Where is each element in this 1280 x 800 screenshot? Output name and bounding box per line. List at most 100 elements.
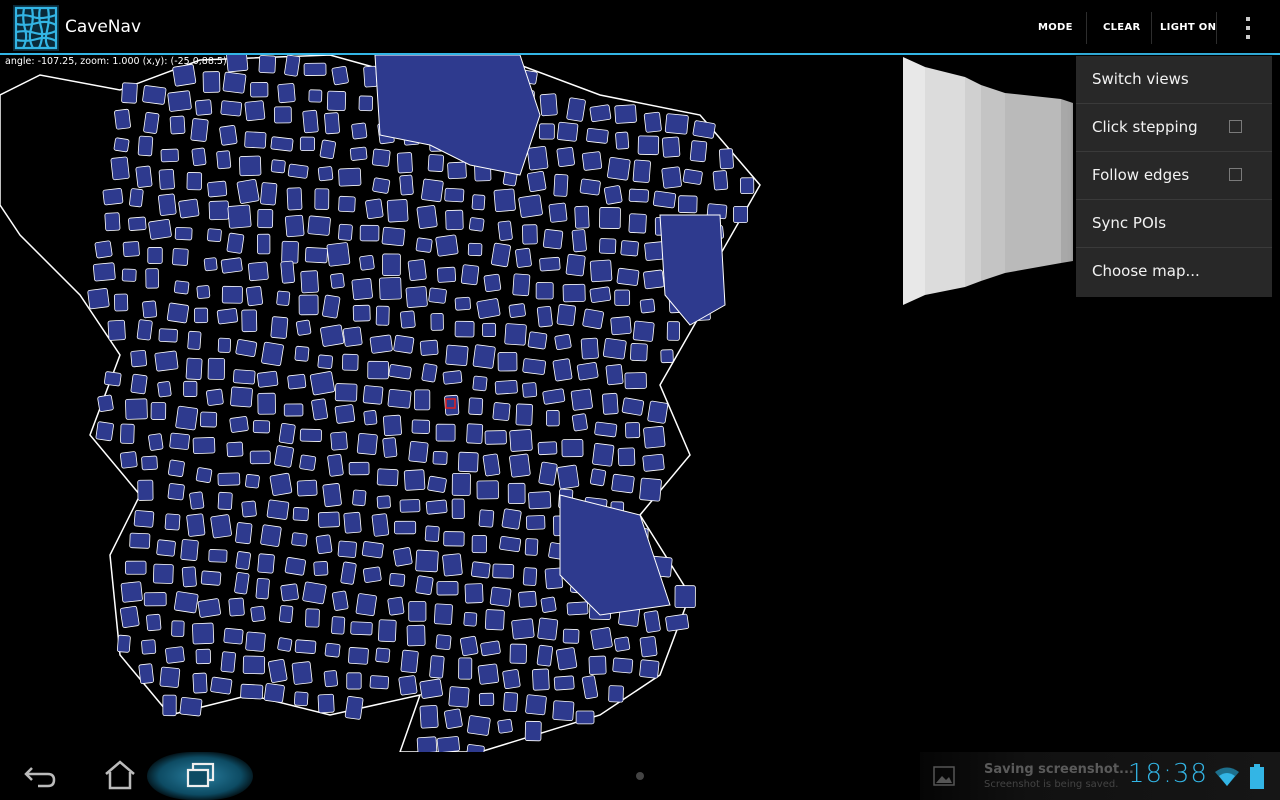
water-block — [179, 697, 203, 717]
water-block — [689, 140, 708, 163]
water-block — [602, 337, 627, 360]
water-block — [508, 303, 526, 318]
water-block — [371, 513, 390, 537]
water-block — [388, 364, 412, 380]
water-block — [352, 489, 367, 507]
water-block — [348, 647, 369, 665]
water-block — [221, 285, 243, 304]
water-block — [186, 172, 203, 191]
water-block — [435, 634, 452, 651]
water-block — [739, 177, 755, 195]
menu-item-switch-views[interactable]: Switch views — [1076, 56, 1272, 104]
click-stepping-checkbox[interactable] — [1229, 120, 1242, 133]
water-block — [416, 736, 438, 752]
water-block — [415, 549, 439, 573]
menu-item-click-stepping[interactable]: Click stepping — [1076, 104, 1272, 152]
water-block — [284, 55, 301, 77]
recent-apps-icon[interactable] — [180, 752, 220, 800]
app-title: CaveNav — [65, 17, 142, 37]
water-block — [614, 104, 637, 124]
menu-item-follow-edges[interactable]: Follow edges — [1076, 152, 1272, 200]
water-block — [130, 349, 147, 368]
water-block — [168, 459, 185, 477]
water-block — [457, 451, 479, 473]
mode-button[interactable]: MODE — [1038, 0, 1073, 55]
water-block — [158, 193, 177, 216]
clock[interactable]: 18:38 — [1128, 759, 1208, 789]
water-block — [492, 402, 511, 421]
water-block — [207, 180, 228, 198]
water-block — [145, 268, 159, 289]
water-block — [95, 421, 114, 442]
water-block — [589, 468, 607, 487]
water-block — [229, 416, 249, 433]
home-icon[interactable] — [100, 752, 140, 800]
water-block — [287, 373, 307, 390]
water-block — [320, 324, 345, 347]
water-block — [203, 257, 218, 272]
water-block — [552, 358, 573, 382]
divider — [1086, 12, 1087, 44]
follow-edges-checkbox[interactable] — [1229, 168, 1242, 181]
water-block — [350, 621, 373, 636]
water-block — [454, 296, 471, 311]
water-block — [355, 593, 377, 617]
water-block — [425, 499, 448, 515]
light-on-button[interactable]: LIGHT ON — [1160, 0, 1216, 55]
page-indicator-dot — [636, 772, 644, 780]
water-block — [359, 254, 375, 271]
water-block — [427, 154, 445, 172]
water-block — [436, 581, 459, 596]
water-block — [472, 344, 496, 369]
water-block — [509, 453, 531, 478]
water-block — [267, 658, 288, 683]
menu-item-choose-map[interactable]: Choose map... — [1076, 248, 1272, 297]
water-block — [624, 372, 647, 390]
water-block — [620, 240, 639, 257]
water-block — [278, 605, 294, 623]
tunnel-3d-view[interactable] — [903, 57, 1073, 307]
map-canvas[interactable] — [0, 55, 900, 752]
water-block — [207, 357, 226, 380]
water-block — [661, 136, 681, 158]
water-block — [382, 437, 398, 458]
water-block — [326, 242, 351, 267]
water-block — [411, 419, 431, 434]
back-icon[interactable] — [18, 752, 62, 800]
water-block — [580, 337, 599, 360]
water-block — [300, 270, 319, 294]
water-block — [387, 596, 405, 616]
water-block — [299, 454, 317, 471]
water-block — [445, 344, 469, 367]
water-block — [682, 168, 703, 185]
menu-item-sync-pois[interactable]: Sync POIs — [1076, 200, 1272, 248]
notification-title: Saving screenshot... — [984, 762, 1134, 777]
water-block — [223, 627, 244, 645]
divider — [1151, 12, 1152, 44]
water-block — [334, 404, 356, 424]
water-block — [483, 273, 502, 293]
water-block — [317, 693, 335, 714]
water-block — [421, 178, 444, 203]
grid-map-icon[interactable] — [13, 5, 59, 51]
water-block — [185, 357, 203, 380]
water-block — [497, 351, 518, 372]
water-block — [566, 601, 589, 616]
water-block — [444, 187, 465, 203]
water-block — [637, 135, 660, 156]
water-block — [480, 640, 501, 657]
water-block — [322, 483, 342, 508]
water-block — [643, 610, 661, 633]
water-block — [172, 64, 197, 87]
water-block — [143, 112, 160, 134]
water-block — [639, 636, 658, 658]
water-block — [235, 522, 253, 545]
water-block — [242, 655, 266, 675]
water-block — [471, 535, 487, 554]
clear-button[interactable]: CLEAR — [1103, 0, 1140, 55]
water-block — [632, 159, 651, 183]
water-block — [220, 257, 243, 274]
water-block — [553, 675, 575, 691]
water-block — [308, 89, 323, 103]
overflow-menu-icon[interactable] — [1230, 13, 1266, 43]
